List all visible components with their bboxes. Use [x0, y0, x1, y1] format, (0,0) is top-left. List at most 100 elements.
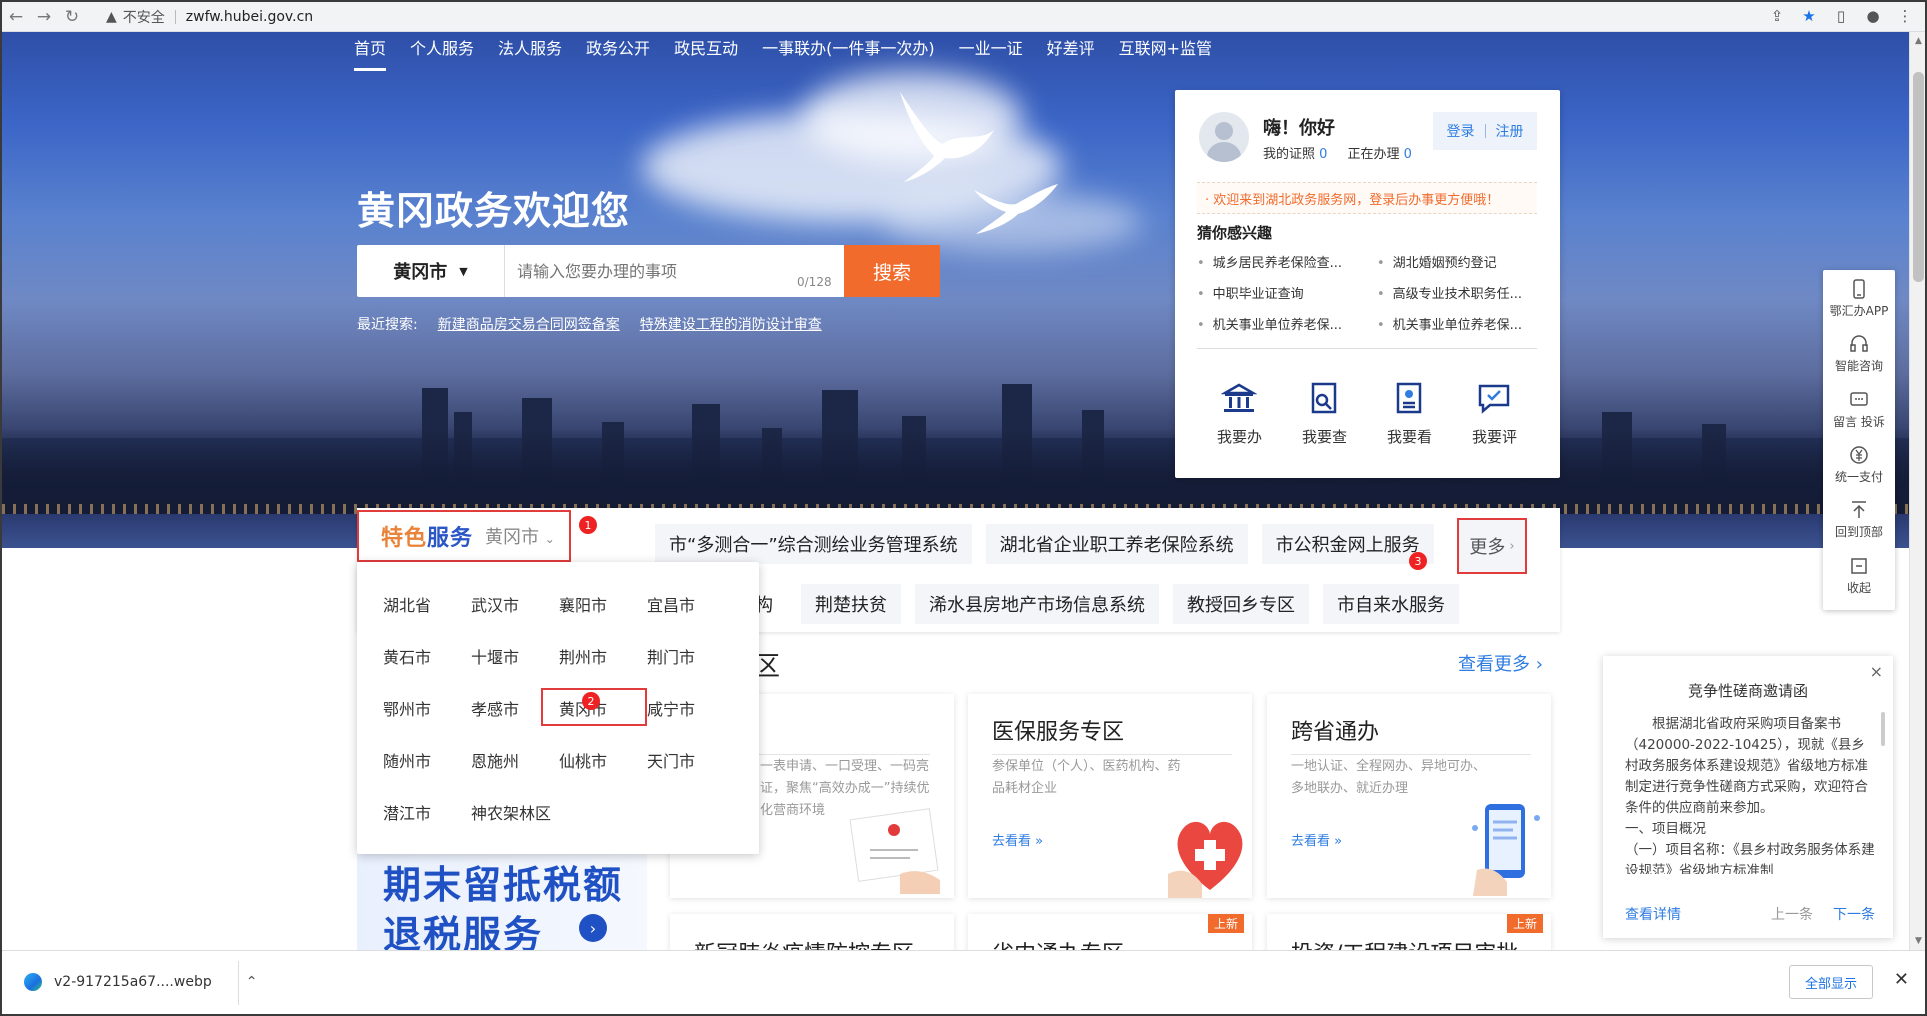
city-option[interactable]: 黄石市 [383, 644, 471, 667]
search-input[interactable] [505, 245, 844, 297]
back-arrow-icon[interactable]: ← [2, 3, 30, 31]
more-button[interactable]: 更多 › [1457, 518, 1527, 574]
city-option[interactable]: 天门市 [647, 748, 735, 771]
float-item-payment[interactable]: 统一支付 [1823, 444, 1895, 499]
service-chip[interactable]: 市公积金网上服务 [1261, 524, 1434, 564]
prev-link[interactable]: 上一条 [1771, 904, 1813, 924]
city-dropdown: 湖北省 武汉市 襄阳市 宜昌市 黄石市 十堰市 荆州市 荆门市 鄂州市 孝感市 … [357, 562, 759, 854]
service-card-link[interactable]: 去看看 » [992, 830, 1043, 849]
nav-item-supervision[interactable]: 互联网+监管 [1119, 35, 1212, 63]
cert-stat[interactable]: 我的证照 0 [1263, 143, 1327, 162]
city-option[interactable]: 仙桃市 [559, 748, 647, 771]
city-option[interactable]: 襄阳市 [559, 592, 647, 615]
service-card-title: 医保服务专区 [992, 714, 1232, 755]
float-item-collapse[interactable]: 收起 [1823, 555, 1895, 610]
guess-item[interactable]: 机关事业单位养老保... [1197, 314, 1377, 333]
service-card-desc: 参保单位（个人）、医药机构、药品耗材企业 [992, 759, 1181, 796]
city-option[interactable]: 恩施州 [471, 748, 559, 771]
address-bar[interactable]: ▲ 不安全 zwfw.hubei.gov.cn [106, 5, 313, 29]
scroll-up-icon[interactable]: ▲ [1915, 36, 1922, 46]
nav-item-personal[interactable]: 个人服务 [410, 35, 474, 63]
reload-icon[interactable]: ↻ [58, 3, 86, 31]
close-icon[interactable]: × [1870, 662, 1883, 681]
nav-item-interaction[interactable]: 政民互动 [674, 35, 738, 63]
url-text[interactable]: zwfw.hubei.gov.cn [186, 9, 313, 25]
service-chip[interactable]: 教授回乡专区 [1173, 584, 1309, 624]
forward-arrow-icon[interactable]: → [30, 3, 58, 31]
chevron-up-icon[interactable]: ⌃ [246, 974, 258, 990]
scroll-down-icon[interactable]: ▼ [1915, 936, 1922, 946]
service-card-link[interactable]: 去看看 » [1291, 830, 1342, 849]
nav-item-gov-affairs[interactable]: 政务公开 [586, 35, 650, 63]
profile-icon[interactable]: ● [1863, 5, 1883, 27]
city-option[interactable]: 潜江市 [383, 800, 471, 823]
login-notice: · 欢迎来到湖北政务服务网，登录后办事更方便哦！ [1197, 182, 1537, 214]
city-option[interactable]: 神农架林区 [471, 800, 559, 823]
special-title-b: 服务 [427, 526, 474, 551]
recent-link[interactable]: 特殊建设工程的消防设计审查 [640, 314, 822, 334]
nav-item-one-license[interactable]: 一业一证 [959, 35, 1023, 63]
announcement-scrollbar[interactable] [1881, 712, 1885, 746]
service-chip[interactable]: 荆楚扶贫 [801, 584, 901, 624]
service-chip[interactable]: 湖北省企业职工养老保险系统 [985, 524, 1248, 564]
city-option[interactable]: 鄂州市 [383, 696, 471, 719]
city-option[interactable]: 荆州市 [559, 644, 647, 667]
guess-item[interactable]: 中职毕业证查询 [1197, 283, 1377, 302]
warning-icon: ▲ [106, 8, 117, 25]
city-option[interactable]: 湖北省 [383, 592, 471, 615]
service-row-1: 市“多测合一”综合测绘业务管理系统 湖北省企业职工养老保险系统 市公积金网上服务 [655, 524, 1434, 564]
city-option[interactable]: 咸宁市 [647, 696, 735, 719]
service-chip[interactable]: 浠水县房地产市场信息系统 [915, 584, 1159, 624]
city-option[interactable]: 宜昌市 [647, 592, 735, 615]
float-item-top[interactable]: 回到顶部 [1823, 499, 1895, 554]
guess-item[interactable]: 城乡居民养老保险查... [1197, 252, 1377, 271]
service-card[interactable]: 跨省通办 一地认证、全程网办、异地可办、多地联办、就近办理 去看看 » [1267, 694, 1551, 898]
view-details-link[interactable]: 查看详情 [1625, 904, 1681, 924]
close-icon[interactable]: ✕ [1894, 969, 1909, 990]
guess-item[interactable]: 湖北婚姻预约登记 [1377, 252, 1537, 271]
nav-item-corporate[interactable]: 法人服务 [498, 35, 562, 63]
city-option[interactable]: 十堰市 [471, 644, 559, 667]
next-link[interactable]: 下一条 [1833, 904, 1875, 924]
recent-link[interactable]: 新建商品房交易合同网签备案 [438, 314, 620, 334]
login-link[interactable]: 登录 [1447, 121, 1475, 141]
float-item-consult[interactable]: 智能咨询 [1823, 333, 1895, 388]
bookmark-star-icon[interactable]: ★ [1799, 5, 1819, 27]
nav-item-one-thing[interactable]: 一事联办(一件事一次办) [762, 35, 935, 63]
scroll-thumb[interactable] [1913, 72, 1924, 282]
doing-stat[interactable]: 正在办理 0 [1347, 143, 1411, 162]
quick-action-query[interactable]: 我要查 [1302, 380, 1347, 447]
guess-item[interactable]: 高级专业技术职务任... [1377, 283, 1537, 302]
service-card-title: 证 [730, 714, 930, 755]
float-label: 留言 投诉 [1833, 414, 1885, 429]
city-option[interactable]: 武汉市 [471, 592, 559, 615]
quick-action-view[interactable]: 我要看 [1387, 380, 1432, 447]
register-link[interactable]: 注册 [1496, 121, 1524, 141]
special-city-select[interactable]: 黄冈市 ⌄ [485, 523, 555, 549]
special-services-title[interactable]: 特色服务 黄冈市 ⌄ [357, 510, 571, 562]
arrow-right-icon[interactable]: › [579, 914, 607, 942]
menu-icon[interactable]: ⋮ [1895, 5, 1915, 27]
guess-item[interactable]: 机关事业单位养老保... [1377, 314, 1537, 333]
show-all-button[interactable]: 全部显示 [1789, 965, 1873, 999]
city-option[interactable]: 荆门市 [647, 644, 735, 667]
city-selector[interactable]: 黄冈市 ▼ [357, 245, 505, 297]
float-item-message[interactable]: 留言 投诉 [1823, 389, 1895, 444]
nav-item-rating[interactable]: 好差评 [1047, 35, 1095, 63]
service-chip-partial[interactable]: 构 [755, 584, 787, 624]
search-button[interactable]: 搜索 [844, 245, 940, 297]
browser-toolbar: ← → ↻ ▲ 不安全 zwfw.hubei.gov.cn ⇪ ★ ▯ ● ⋮ [2, 2, 1925, 32]
nav-item-home[interactable]: 首页 [354, 35, 387, 71]
service-chip[interactable]: 市自来水服务 [1323, 584, 1459, 624]
sidebar-icon[interactable]: ▯ [1831, 5, 1851, 27]
quick-action-do[interactable]: 我要办 [1217, 380, 1262, 447]
quick-action-rate[interactable]: 我要评 [1472, 380, 1517, 447]
float-item-app[interactable]: 鄂汇办APP [1823, 278, 1895, 333]
download-item[interactable]: v2-917215a67....webp ⌃ [24, 973, 257, 991]
page-scrollbar[interactable]: ▲ ▼ [1909, 32, 1925, 950]
city-option[interactable]: 随州市 [383, 748, 471, 771]
share-icon[interactable]: ⇪ [1767, 5, 1787, 27]
service-card[interactable]: 医保服务专区 参保单位（个人）、医药机构、药品耗材企业 去看看 » [968, 694, 1252, 898]
service-chip[interactable]: 市“多测合一”综合测绘业务管理系统 [655, 524, 972, 564]
see-more-link[interactable]: 查看更多 › [1458, 650, 1543, 676]
